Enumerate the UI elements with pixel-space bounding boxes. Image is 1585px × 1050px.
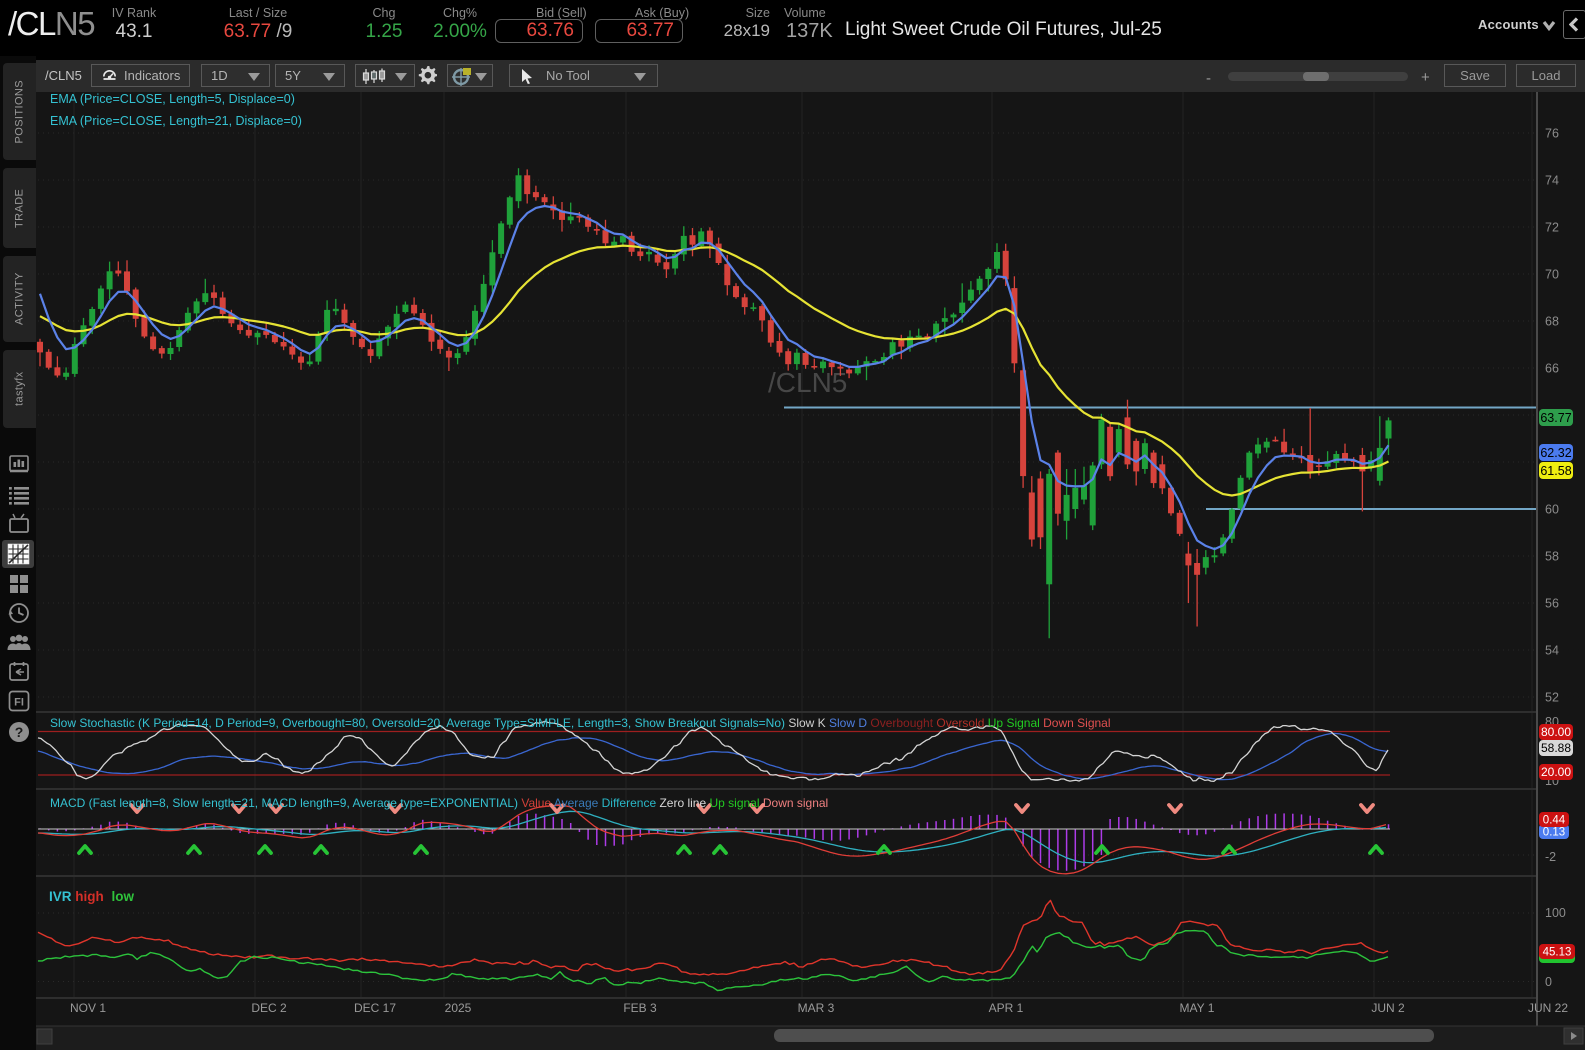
svg-text:2025: 2025 <box>445 1001 472 1015</box>
svg-text:JUN 22: JUN 22 <box>1528 1001 1568 1015</box>
svg-text:54: 54 <box>1545 644 1559 658</box>
svg-text:72: 72 <box>1545 221 1559 235</box>
svg-text:DEC 17: DEC 17 <box>354 1001 396 1015</box>
svg-text:?: ? <box>15 724 24 740</box>
svg-text:68: 68 <box>1545 315 1559 329</box>
svg-text:74: 74 <box>1545 174 1559 188</box>
svg-text:61.58: 61.58 <box>1540 464 1571 478</box>
svg-text:66: 66 <box>1545 362 1559 376</box>
svg-text:/CLN5: /CLN5 <box>768 367 847 398</box>
svg-text:58.88: 58.88 <box>1541 741 1571 755</box>
svg-text:FEB 3: FEB 3 <box>623 1001 657 1015</box>
svg-text:0.13: 0.13 <box>1543 827 1565 839</box>
svg-text:JUN 2: JUN 2 <box>1371 1001 1405 1015</box>
svg-text:IVR high low: IVR high low <box>49 889 135 904</box>
svg-text:-2: -2 <box>1545 850 1556 864</box>
svg-text:DEC 2: DEC 2 <box>251 1001 287 1015</box>
svg-text:MAR 3: MAR 3 <box>798 1001 835 1015</box>
svg-text:20.00: 20.00 <box>1541 765 1571 779</box>
svg-text:80.00: 80.00 <box>1541 725 1571 739</box>
svg-text:58: 58 <box>1545 550 1559 564</box>
svg-text:EMA (Price=CLOSE, Length=21, D: EMA (Price=CLOSE, Length=21, Displace=0) <box>50 114 302 128</box>
svg-text:56: 56 <box>1545 597 1559 611</box>
svg-text:NOV 1: NOV 1 <box>70 1001 106 1015</box>
svg-text:EMA (Price=CLOSE, Length=5, Di: EMA (Price=CLOSE, Length=5, Displace=0) <box>50 92 295 106</box>
svg-text:Slow Stochastic (K Period=14,: Slow Stochastic (K Period=14, D Period=9… <box>50 716 1111 730</box>
svg-text:52: 52 <box>1545 691 1559 705</box>
svg-text:MACD (Fast length=8, Slow leng: MACD (Fast length=8, Slow length=21, MAC… <box>50 796 828 810</box>
svg-text:0.44: 0.44 <box>1543 815 1566 827</box>
svg-text:100: 100 <box>1545 906 1566 920</box>
svg-text:MAY 1: MAY 1 <box>1180 1001 1215 1015</box>
svg-text:76: 76 <box>1545 127 1559 141</box>
svg-text:60: 60 <box>1545 503 1559 517</box>
svg-text:APR 1: APR 1 <box>989 1001 1024 1015</box>
svg-text:63.77: 63.77 <box>1540 411 1571 425</box>
svg-text:62.32: 62.32 <box>1540 446 1571 460</box>
svg-text:70: 70 <box>1545 268 1559 282</box>
svg-text:45.13: 45.13 <box>1543 947 1572 959</box>
svg-text:FI: FI <box>14 697 24 709</box>
svg-text:0: 0 <box>1545 975 1552 989</box>
